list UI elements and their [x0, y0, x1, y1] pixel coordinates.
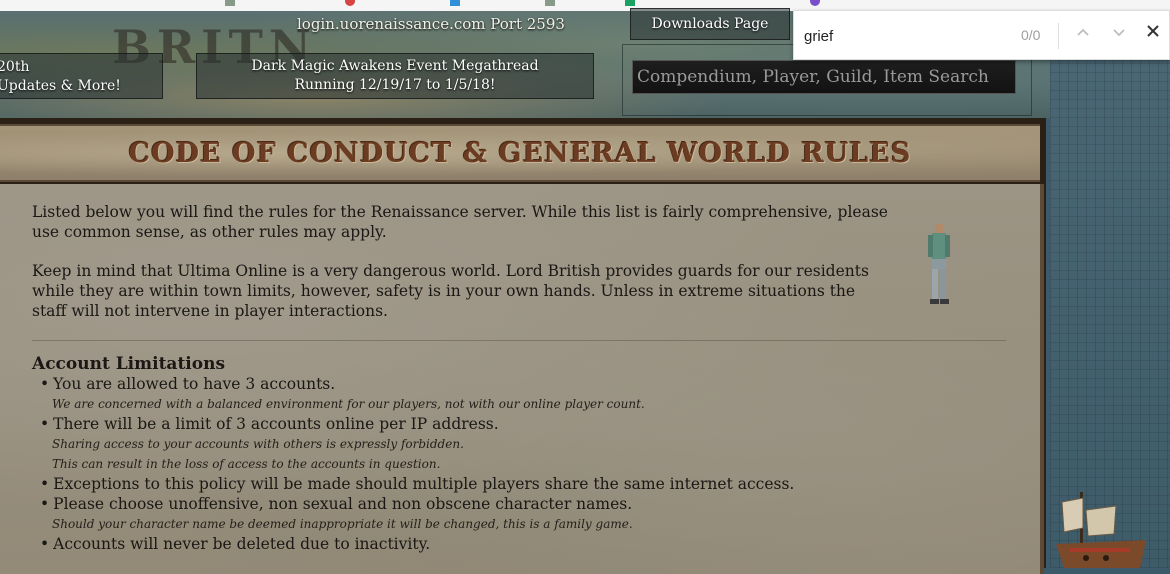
rule-text: There will be a limit of 3 accounts onli…: [53, 415, 499, 433]
rule-text: Exceptions to this policy will be made s…: [53, 475, 795, 493]
bullet-icon: •: [40, 375, 50, 393]
section-divider: [32, 340, 1006, 341]
rule-item: • Exceptions to this policy will be made …: [32, 474, 932, 494]
bookmark-icon[interactable]: [810, 0, 820, 6]
bullet-icon: •: [40, 415, 50, 433]
event-button-line1: Dark Magic Awakens Event Megathread: [251, 58, 539, 74]
rule-item: • Please choose unoffensive, non sexual a…: [32, 494, 932, 514]
find-close-button[interactable]: [1146, 22, 1160, 43]
bookmark-icon[interactable]: [225, 0, 235, 6]
bookmark-icon[interactable]: [345, 0, 355, 6]
bookmark-icon[interactable]: [625, 0, 635, 6]
updates-button[interactable]: 20th Updates & More!: [0, 53, 163, 99]
rule-item: • Accounts will never be deleted due to i…: [32, 534, 932, 554]
intro-paragraph: Keep in mind that Ultima Online is a ver…: [32, 262, 869, 320]
chevron-down-icon: [1113, 29, 1125, 37]
rule-note: Should your character name be deemed ina…: [52, 517, 633, 531]
find-next-button[interactable]: [1112, 25, 1126, 42]
page-title: CODE OF CONDUCT & GENERAL WORLD RULES: [128, 138, 912, 169]
find-in-page-bar: 0/0: [793, 10, 1170, 60]
rule-note: We are concerned with a balanced environ…: [52, 397, 645, 411]
ship-decoration-icon: [1056, 492, 1146, 568]
panel-title-bar: CODE OF CONDUCT & GENERAL WORLD RULES: [0, 124, 1040, 182]
intro-paragraph: Listed below you will find the rules for…: [32, 203, 888, 241]
find-previous-button[interactable]: [1076, 25, 1090, 42]
event-button-line2: Running 12/19/17 to 1/5/18!: [294, 77, 496, 93]
updates-button-line2: Updates & More!: [0, 78, 121, 94]
sea-background: [1050, 11, 1170, 568]
rule-note: Sharing access to your accounts with oth…: [52, 437, 464, 451]
rule-item: • There will be a limit of 3 accounts onl…: [32, 414, 932, 434]
close-icon: [1147, 25, 1159, 37]
bullet-icon: •: [40, 475, 50, 493]
chevron-up-icon: [1077, 28, 1089, 36]
intro-text: Listed below you will find the rules for…: [32, 202, 892, 340]
find-divider: [1058, 23, 1059, 49]
account-limitations-section: Account Limitations • You are allowed to …: [32, 354, 932, 554]
rule-text: Accounts will never be deleted due to in…: [53, 535, 431, 553]
event-megathread-button[interactable]: Dark Magic Awakens Event Megathread Runn…: [196, 53, 594, 99]
updates-button-line1: 20th: [0, 59, 30, 75]
bullet-icon: •: [40, 535, 50, 553]
rule-text: Please choose unoffensive, non sexual an…: [53, 495, 633, 513]
rule-note: This can result in the loss of access to…: [52, 457, 441, 471]
downloads-page-button[interactable]: Downloads Page: [630, 8, 790, 40]
bullet-icon: •: [40, 495, 50, 513]
bookmark-icon[interactable]: [450, 0, 460, 6]
rules-panel: CODE OF CONDUCT & GENERAL WORLD RULES Li…: [0, 118, 1046, 574]
login-server-address: login.uorenaissance.com Port 2593: [297, 15, 565, 33]
bookmark-icon[interactable]: [545, 0, 555, 6]
rule-item: • You are allowed to have 3 accounts.: [32, 374, 932, 394]
section-title: Account Limitations: [32, 354, 226, 374]
find-match-count: 0/0: [1021, 27, 1041, 43]
character-sprite-icon: [928, 224, 950, 304]
find-input[interactable]: [802, 23, 1006, 49]
rule-text: You are allowed to have 3 accounts.: [53, 375, 336, 393]
parchment-body: Listed below you will find the rules for…: [0, 184, 1044, 574]
compendium-search-input[interactable]: [632, 60, 1016, 94]
